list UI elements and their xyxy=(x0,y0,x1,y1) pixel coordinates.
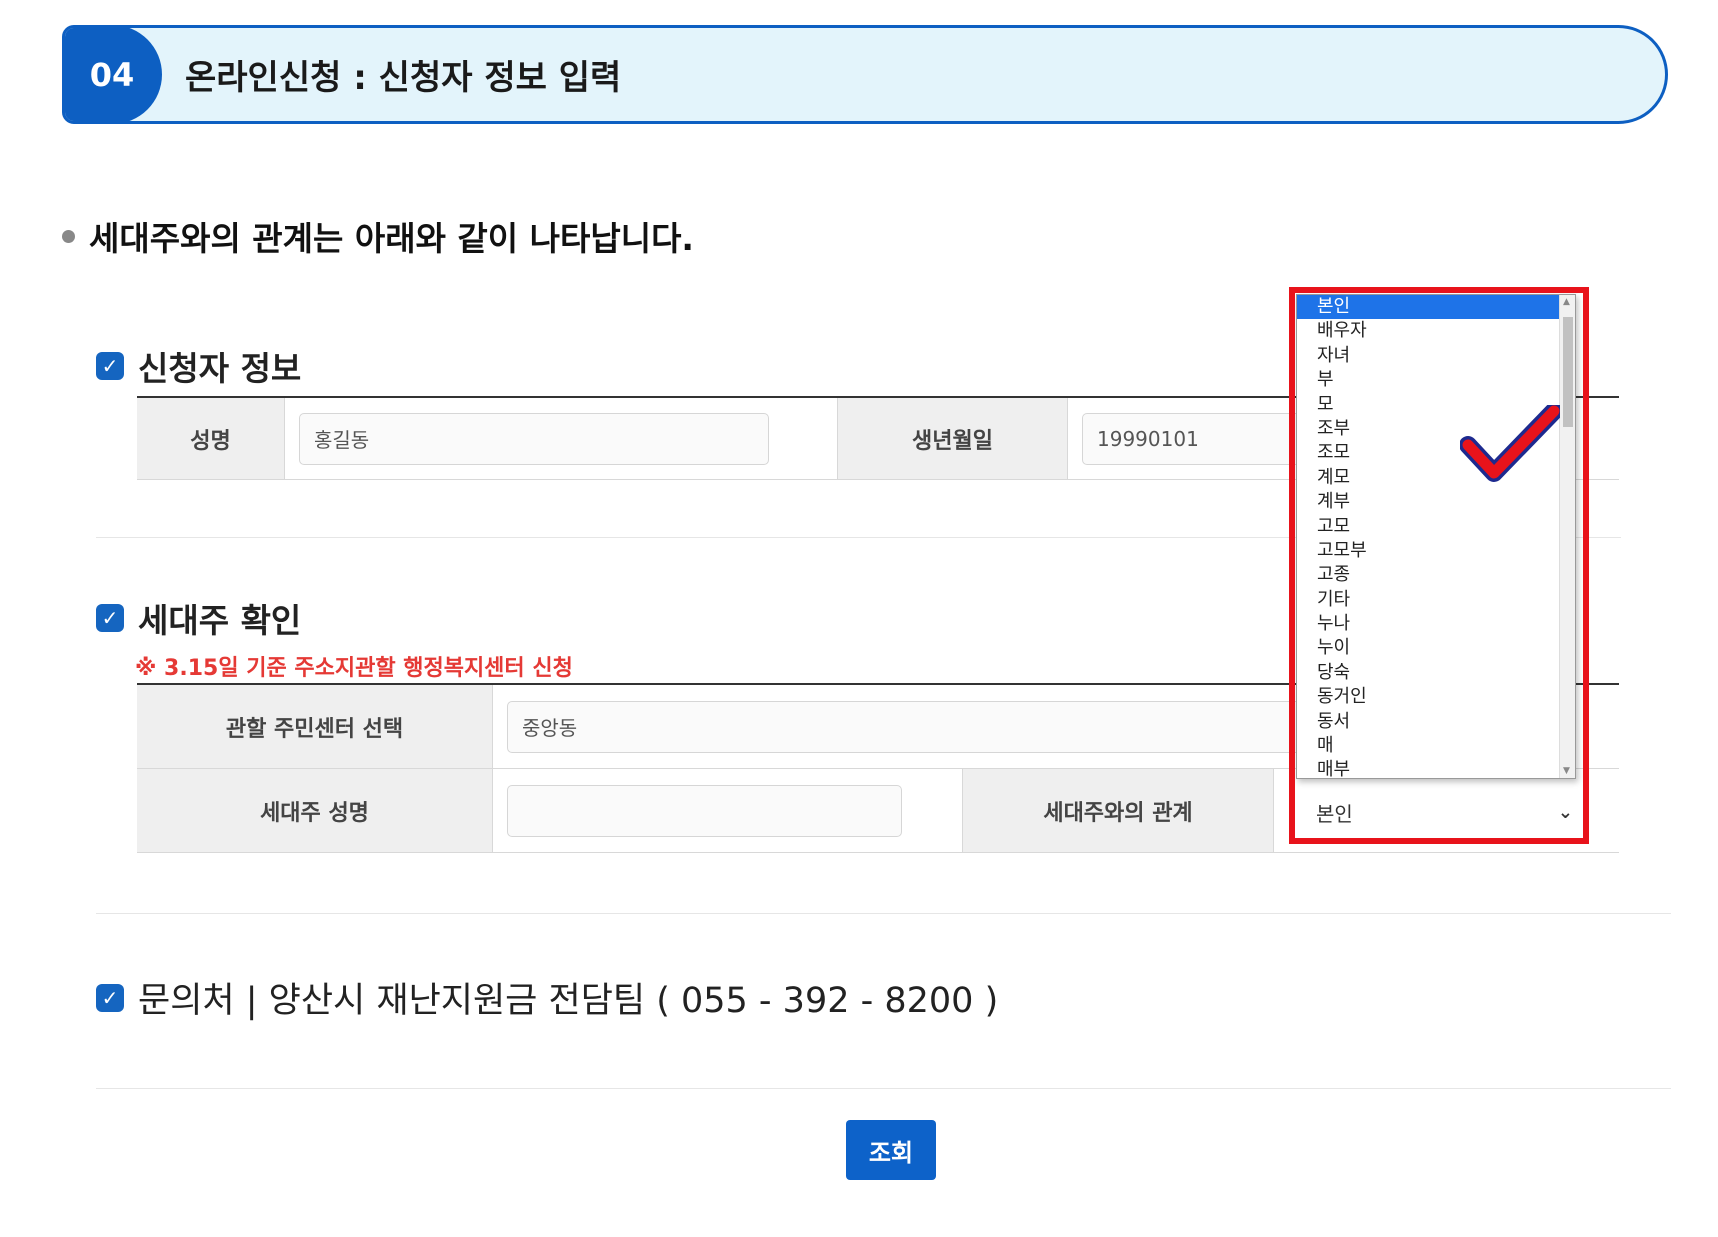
section-divider xyxy=(96,913,1671,914)
householder-name-label: 세대주 성명 xyxy=(137,769,493,852)
step-banner: 04 온라인신청 : 신청자 정보 입력 xyxy=(62,25,1668,124)
relation-label: 세대주와의 관계 xyxy=(963,769,1274,852)
applicant-section-title: ✓ 신청자 정보 xyxy=(96,342,301,390)
check-icon: ✓ xyxy=(96,983,124,1012)
search-button[interactable]: 조회 xyxy=(846,1120,936,1180)
center-label: 관할 주민센터 선택 xyxy=(137,685,493,768)
householder-heading: 세대주 확인 xyxy=(138,601,302,640)
intro-label: 세대주와의 관계는 아래와 같이 나타납니다. xyxy=(89,219,694,258)
applicant-heading: 신청자 정보 xyxy=(138,349,302,388)
check-icon: ✓ xyxy=(96,604,124,632)
householder-name-input[interactable] xyxy=(507,784,902,837)
contact-heading: 문의처 | 양산시 재난지원금 전담팀 ( 055 - 392 - 8200 ) xyxy=(138,981,999,1021)
householder-note: ※ 3.15일 기준 주소지관할 행정복지센터 신청 xyxy=(135,656,573,681)
householder-name-cell xyxy=(493,769,963,852)
intro-text: 세대주와의 관계는 아래와 같이 나타납니다. xyxy=(62,212,694,260)
step-title: 온라인신청 : 신청자 정보 입력 xyxy=(185,58,622,98)
name-label: 성명 xyxy=(137,398,285,479)
highlight-box xyxy=(1289,287,1589,844)
bullet-icon xyxy=(62,229,75,243)
section-divider xyxy=(96,1088,1671,1089)
step-number: 04 xyxy=(65,28,162,121)
householder-section-title: ✓ 세대주 확인 xyxy=(96,594,301,642)
name-cell: 홍길동 xyxy=(285,398,838,479)
center-select[interactable]: 중앙동 xyxy=(507,700,1307,753)
applicant-name-input[interactable]: 홍길동 xyxy=(299,412,769,465)
birth-label: 생년월일 xyxy=(838,398,1068,479)
check-icon: ✓ xyxy=(96,352,124,380)
red-checkmark-icon xyxy=(1460,405,1560,482)
contact-section-title: ✓ 문의처 | 양산시 재난지원금 전담팀 ( 055 - 392 - 8200… xyxy=(96,972,998,1023)
